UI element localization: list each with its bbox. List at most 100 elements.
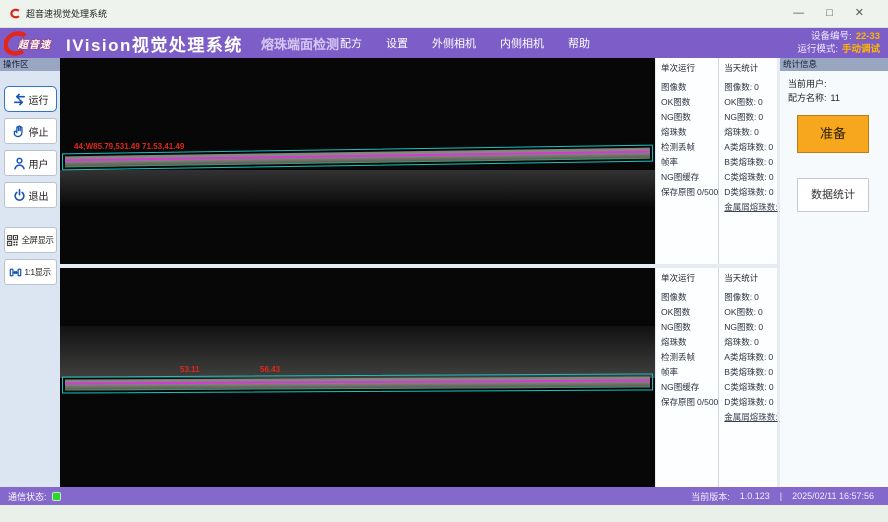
stat-row: OK图数 (661, 305, 718, 320)
run-button-label: 运行 (29, 92, 49, 107)
ready-button[interactable]: 准备 (797, 115, 869, 153)
stat-row: C类熔珠数:0 (724, 380, 784, 395)
titlebar: 超音速视觉处理系统 — □ ✕ (0, 0, 888, 28)
user-icon (12, 156, 27, 171)
stat-row: D类熔珠数:0 (724, 395, 784, 410)
app-subtitle: 熔珠端面检测 (261, 34, 339, 53)
device-number-label: 设备编号: (811, 31, 852, 42)
stop-button[interactable]: 停止 (4, 118, 57, 144)
app-header: 超音速 IVision视觉处理系统 熔珠端面检测 配方 设置 外侧相机 内侧相机… (0, 28, 888, 58)
operation-sidebar: 操作区 运行 停止 用户 (0, 58, 60, 487)
stat-row: 图像数 (661, 80, 718, 95)
info-panel: 统计信息 当前用户: 配方名称:11 准备 数据统计 (780, 58, 888, 487)
stat-row: NG图数:0 (724, 110, 784, 125)
menu-inner-camera[interactable]: 内侧相机 (500, 35, 544, 51)
fullscreen-button-label: 全屏显示 (21, 234, 53, 246)
menu-outer-camera[interactable]: 外侧相机 (432, 35, 476, 51)
stat-row: NG图数:0 (724, 320, 784, 335)
stat-row: OK图数 (661, 95, 718, 110)
status-separator: | (780, 491, 782, 501)
brand-logo: 超音速 (4, 28, 66, 58)
maximize-button[interactable]: □ (826, 8, 833, 19)
fullscreen-grid-icon (6, 234, 19, 247)
run-mode-value: 手动调试 (842, 44, 880, 55)
menubar: 配方 设置 外侧相机 内侧相机 帮助 (340, 28, 590, 58)
stat-row: A类熔珠数:0 (724, 350, 784, 365)
daily-stats-title: 当天统计 (724, 62, 784, 74)
stats-panel-bottom: 单次运行 图像数 OK图数 NG图数 熔珠数 检测丢帧 帧率 NG图缓存 保存原… (656, 268, 777, 487)
stat-row: 图像数:0 (724, 80, 784, 95)
fullscreen-button[interactable]: 全屏显示 (4, 227, 57, 253)
header-info: 设备编号: 22-33 运行模式: 手动调试 (797, 30, 880, 56)
stat-row: NG图缓存 (661, 380, 718, 395)
single-run-column: 单次运行 图像数 OK图数 NG图数 熔珠数 检测丢帧 帧率 NG图缓存 保存原… (656, 268, 718, 487)
measurement-annotation: 56.43 (260, 365, 280, 374)
stat-row: 图像数 (661, 290, 718, 305)
status-bar-right: 当前版本: 1.0.123 | 2025/02/11 16:57:56 (691, 490, 880, 503)
stat-row: 熔珠数:0 (724, 125, 784, 140)
stat-row: D类熔珠数:0 (724, 185, 784, 200)
device-number-value: 22-33 (856, 31, 880, 42)
stat-row: 熔珠数 (661, 125, 718, 140)
stat-row: A类熔珠数:0 (724, 140, 784, 155)
run-button[interactable]: 运行 (4, 86, 57, 112)
stat-row: 图像数:0 (724, 290, 784, 305)
exit-button-label: 退出 (29, 188, 49, 203)
stats-panel-top: 单次运行 图像数 OK图数 NG图数 熔珠数 检测丢帧 帧率 NG图缓存 保存原… (656, 58, 777, 264)
main-area: 操作区 运行 停止 用户 (0, 58, 888, 487)
stop-hand-icon (12, 124, 27, 139)
reflection-band (60, 170, 655, 206)
menu-recipe[interactable]: 配方 (340, 35, 362, 51)
measurement-annotation: 44;W85.79,531.49 71.53,41.49 (74, 142, 184, 151)
stat-row: C类熔珠数:0 (724, 170, 784, 185)
stat-row-metal: 金属屑熔珠数:0 (724, 410, 784, 425)
stat-row: OK图数:0 (724, 95, 784, 110)
exit-button[interactable]: 退出 (4, 182, 57, 208)
single-run-title: 单次运行 (661, 272, 718, 284)
sidebar-buttons: 运行 停止 用户 退出 (0, 71, 60, 291)
single-run-column: 单次运行 图像数 OK图数 NG图数 熔珠数 检测丢帧 帧率 NG图缓存 保存原… (656, 58, 718, 264)
stat-row-metal: 金属屑熔珠数:0 (724, 200, 784, 215)
version-label: 当前版本: (691, 490, 730, 503)
datetime-value: 2025/02/11 16:57:56 (792, 491, 874, 501)
stat-row: 熔珠数:0 (724, 335, 784, 350)
stat-row: NG图数 (661, 110, 718, 125)
save-original-row: 保存原图0/500 (661, 395, 718, 410)
current-user-row: 当前用户: (788, 77, 880, 91)
one-to-one-button-label: 1:1显示 (24, 266, 50, 278)
daily-stats-column: 当天统计 图像数:0 OK图数:0 NG图数:0 熔珠数:0 A类熔珠数:0 B… (718, 268, 784, 487)
measurement-annotation: 53.11 (180, 365, 200, 374)
run-mode-label: 运行模式: (797, 44, 838, 55)
menu-settings[interactable]: 设置 (386, 35, 408, 51)
version-value: 1.0.123 (740, 491, 770, 501)
stat-row: 检测丢帧 (661, 140, 718, 155)
one-to-one-button[interactable]: 1:1显示 (4, 259, 57, 285)
stat-row: NG图数 (661, 320, 718, 335)
user-button[interactable]: 用户 (4, 150, 57, 176)
app-logo-icon (10, 8, 21, 19)
stop-button-label: 停止 (29, 124, 49, 139)
power-icon (12, 188, 27, 203)
single-run-title: 单次运行 (661, 62, 718, 74)
stat-row: B类熔珠数:0 (724, 155, 784, 170)
menu-help[interactable]: 帮助 (568, 35, 590, 51)
app-title: IVision视觉处理系统 (66, 31, 243, 56)
camera-viewport-bottom: 53.11 56.43 (60, 268, 655, 487)
window-title: 超音速视觉处理系统 (26, 7, 107, 20)
sidebar-title: 操作区 (0, 58, 60, 71)
brand-logo-text: 超音速 (18, 36, 51, 51)
run-cycle-icon (12, 92, 27, 107)
close-button[interactable]: ✕ (855, 8, 864, 19)
data-statistics-button[interactable]: 数据统计 (797, 178, 869, 212)
stat-row: 帧率 (661, 155, 718, 170)
minimize-button[interactable]: — (793, 8, 804, 19)
info-panel-title: 统计信息 (780, 58, 888, 71)
user-button-label: 用户 (29, 156, 49, 171)
app-window: 超音速视觉处理系统 — □ ✕ 超音速 IVision视觉处理系统 熔珠端面检测… (0, 0, 888, 522)
stat-row: OK图数:0 (724, 305, 784, 320)
one-to-one-icon (9, 266, 22, 279)
daily-stats-column: 当天统计 图像数:0 OK图数:0 NG图数:0 熔珠数:0 A类熔珠数:0 B… (718, 58, 784, 264)
stat-row: B类熔珠数:0 (724, 365, 784, 380)
camera-viewport-top: 44;W85.79,531.49 71.53,41.49 (60, 58, 655, 264)
comm-status-label: 通信状态: (8, 490, 47, 503)
